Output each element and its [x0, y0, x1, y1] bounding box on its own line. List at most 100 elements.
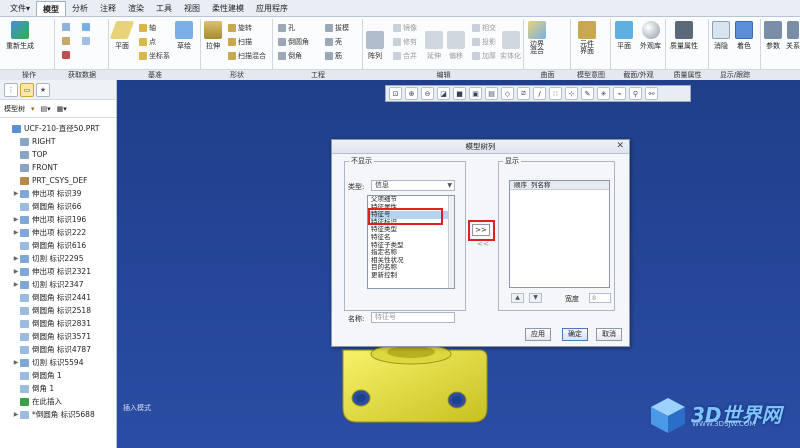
- column-name-input[interactable]: 特征号: [371, 312, 455, 323]
- shell-button[interactable]: 壳: [325, 37, 342, 47]
- group-model-intent[interactable]: 模型意图: [572, 70, 610, 80]
- tree-item[interactable]: FRONT: [0, 161, 116, 174]
- axis-button[interactable]: 轴: [139, 23, 156, 33]
- extrude-button[interactable]: 拉伸: [204, 21, 222, 51]
- tree-item[interactable]: 倒圆角 标识2831: [0, 317, 116, 330]
- favorites-tab[interactable]: ★: [36, 82, 50, 97]
- group-section-appearance[interactable]: 截面/外观: [612, 70, 665, 80]
- extend-button[interactable]: 延伸: [425, 31, 443, 61]
- menu-tab-analysis[interactable]: 分析: [66, 1, 94, 16]
- get-data-tool-4[interactable]: [82, 23, 92, 31]
- tree-item[interactable]: UCF-210-直径50.PRT: [0, 122, 116, 135]
- tree-item[interactable]: PRT_CSYS_DEF: [0, 174, 116, 187]
- datum-planes-icon[interactable]: ⧄: [517, 87, 530, 100]
- menu-tab-tools[interactable]: 工具: [150, 1, 178, 16]
- menu-tab-file[interactable]: 文件▾: [4, 1, 36, 16]
- tree-item[interactable]: ▶ 伸出项 标识222: [0, 226, 116, 239]
- tree-item[interactable]: ▶ 伸出项 标识39: [0, 187, 116, 200]
- expand-arrow-icon[interactable]: ▶: [12, 359, 20, 366]
- csys-button[interactable]: 坐标系: [139, 51, 170, 61]
- hidden-line-button[interactable]: 消隐: [712, 21, 730, 51]
- tree-item[interactable]: ▶ 切割 标识2295: [0, 252, 116, 265]
- expand-arrow-icon[interactable]: ▶: [12, 255, 20, 262]
- menu-tab-model[interactable]: 模型: [36, 1, 67, 16]
- group-shapes[interactable]: 形状: [202, 70, 272, 80]
- group-editing[interactable]: 编辑: [364, 70, 523, 80]
- expand-arrow-icon[interactable]: ▶: [12, 411, 20, 418]
- project-button[interactable]: 投影: [472, 37, 496, 47]
- refit-icon[interactable]: ⊡: [389, 87, 402, 100]
- hidden-display-icon[interactable]: ⚲: [629, 87, 642, 100]
- merge-button[interactable]: 合并: [393, 51, 417, 61]
- solidify-button[interactable]: 实体化: [500, 31, 521, 61]
- sketch-button[interactable]: 草绘: [175, 21, 193, 51]
- tree-item[interactable]: RIGHT: [0, 135, 116, 148]
- displayed-columns-table[interactable]: 顺序 列名称: [509, 180, 610, 288]
- parameters-button[interactable]: 参数: [764, 21, 782, 51]
- group-engineering[interactable]: 工程: [274, 70, 362, 80]
- mirror-button[interactable]: 镜像: [393, 23, 417, 33]
- tree-item[interactable]: 倒角 1: [0, 382, 116, 395]
- datum-points-icon[interactable]: ∷: [549, 87, 562, 100]
- swept-blend-button[interactable]: 扫描混合: [228, 51, 266, 61]
- revolve-button[interactable]: 旋转: [228, 23, 252, 33]
- csys-display-icon[interactable]: ⊹: [565, 87, 578, 100]
- group-get-data[interactable]: 获取数据: [56, 70, 108, 80]
- draft-button[interactable]: 拔模: [325, 23, 349, 33]
- datum-axes-icon[interactable]: /: [533, 87, 546, 100]
- expand-arrow-icon[interactable]: ▶: [12, 229, 20, 236]
- mass-properties-button[interactable]: 质量属性: [670, 21, 698, 51]
- remove-column-button[interactable]: <<: [477, 240, 489, 248]
- view-manager-icon[interactable]: ▤: [485, 87, 498, 100]
- tree-item[interactable]: TOP: [0, 148, 116, 161]
- display-style-icon[interactable]: ■: [453, 87, 466, 100]
- tree-item[interactable]: ▶ 切割 标识2347: [0, 278, 116, 291]
- tree-item[interactable]: ▶ 伸出项 标识2321: [0, 265, 116, 278]
- tree-item[interactable]: 倒圆角 标识4787: [0, 343, 116, 356]
- saved-views-icon[interactable]: ▣: [469, 87, 482, 100]
- tree-item[interactable]: ▶ 伸出项 标识196: [0, 213, 116, 226]
- ok-button[interactable]: 确定: [562, 328, 588, 341]
- tree-settings-icon[interactable]: ▾: [31, 105, 35, 113]
- tree-item[interactable]: 倒圆角 1: [0, 369, 116, 382]
- component-interface-button[interactable]: 元件 界面: [578, 21, 596, 55]
- boundary-blend-button[interactable]: 边界 混合: [528, 21, 546, 55]
- tree-filter-icon[interactable]: ▤▾: [41, 105, 51, 113]
- annotation-display-icon[interactable]: ✎: [581, 87, 594, 100]
- tree-tab[interactable]: ⋮: [4, 82, 18, 97]
- tree-item[interactable]: 倒圆角 标识66: [0, 200, 116, 213]
- zoom-in-icon[interactable]: ⊕: [405, 87, 418, 100]
- expand-arrow-icon[interactable]: ▶: [12, 281, 20, 288]
- menu-tab-applications[interactable]: 应用程序: [250, 1, 294, 16]
- dialog-title-bar[interactable]: 模型树列 ✕: [332, 140, 629, 154]
- get-data-tool-2[interactable]: [62, 37, 72, 45]
- rib-button[interactable]: 筋: [325, 51, 342, 61]
- offset-button[interactable]: 偏移: [447, 31, 465, 61]
- menu-tab-annotate[interactable]: 注释: [94, 1, 122, 16]
- repaint-icon[interactable]: ◪: [437, 87, 450, 100]
- appearance-gallery-button[interactable]: 外观库: [640, 21, 661, 51]
- array-button[interactable]: 阵列: [366, 31, 384, 61]
- relations-button[interactable]: 关系: [786, 21, 800, 51]
- tree-item[interactable]: 倒圆角 标识2518: [0, 304, 116, 317]
- group-datum[interactable]: 基准: [110, 70, 200, 80]
- menu-tab-view[interactable]: 视图: [178, 1, 206, 16]
- list-item[interactable]: 更新控制: [368, 271, 454, 280]
- perspective-icon[interactable]: ◇: [501, 87, 514, 100]
- tree-item[interactable]: ▶ *倒圆角 标识5688: [0, 408, 116, 421]
- expand-arrow-icon[interactable]: ▶: [12, 216, 20, 223]
- group-display-track[interactable]: 显示/跟踪: [710, 70, 760, 80]
- get-data-tool-1[interactable]: [62, 23, 72, 31]
- listbox-scrollbar[interactable]: [448, 196, 454, 288]
- round-button[interactable]: 倒圆角: [278, 37, 309, 47]
- get-data-tool-3[interactable]: [62, 51, 72, 59]
- tree-show-icon[interactable]: ▦▾: [57, 105, 67, 113]
- spin-center-icon[interactable]: ✳: [597, 87, 610, 100]
- intersect-button[interactable]: 相交: [472, 23, 496, 33]
- regenerate-button[interactable]: 重新生成: [6, 21, 34, 51]
- tree-item[interactable]: ▶ 切割 标识5594: [0, 356, 116, 369]
- group-mass-properties[interactable]: 质量属性: [667, 70, 708, 80]
- trim-button[interactable]: 修剪: [393, 37, 417, 47]
- width-spinner[interactable]: 8: [589, 293, 611, 303]
- tree-item[interactable]: 在此插入: [0, 395, 116, 408]
